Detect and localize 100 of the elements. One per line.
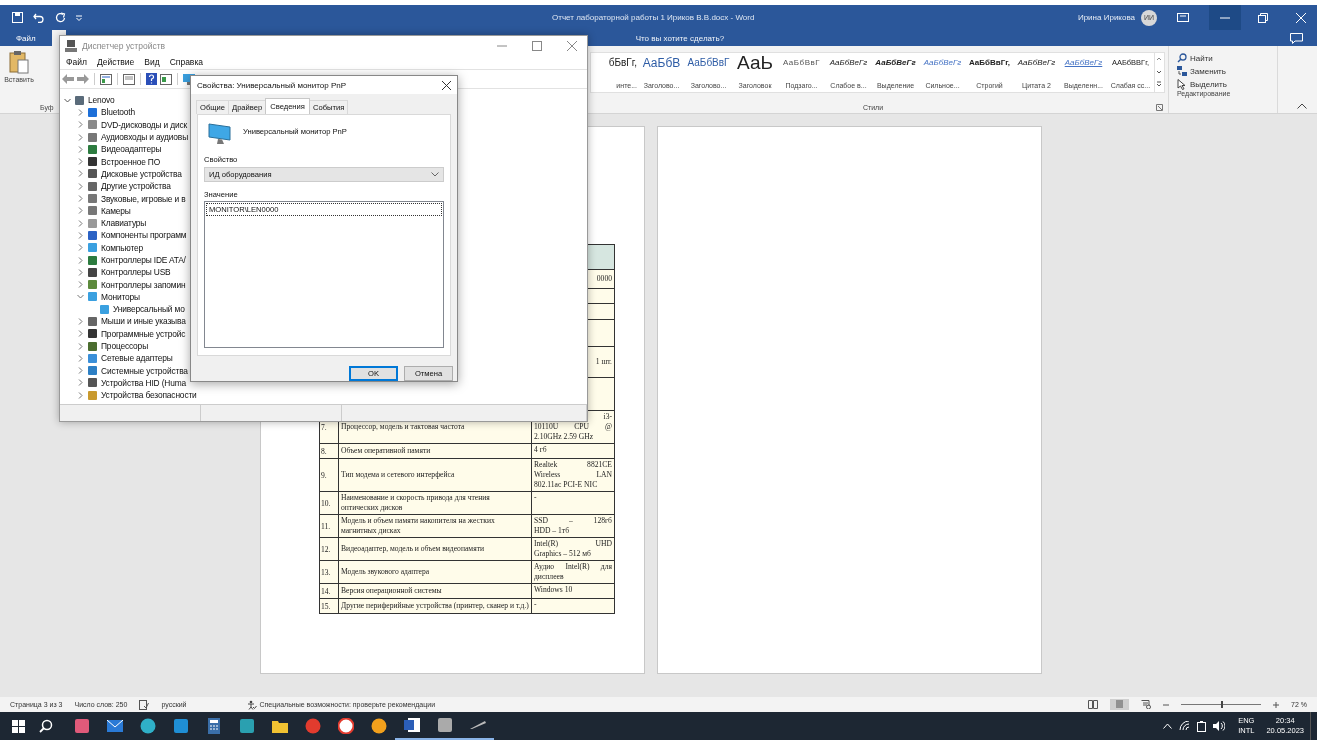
dialog-launcher-icon[interactable]: [1156, 104, 1163, 111]
zoom-thumb[interactable]: [1221, 701, 1224, 708]
menu-item[interactable]: Файл: [66, 57, 87, 67]
comment-icon[interactable]: [1290, 32, 1303, 44]
tree-item[interactable]: Контроллеры запомин: [101, 279, 186, 290]
computer-icon: [75, 95, 84, 105]
redo-icon[interactable]: [55, 12, 66, 23]
style-preview: АаБбВеГг: [829, 57, 868, 69]
style-preview: АаБбВеГг: [875, 57, 916, 69]
round-app-icon: [337, 718, 354, 734]
web-layout-icon[interactable]: [1141, 700, 1152, 709]
close-icon: [1296, 12, 1306, 23]
tree-item[interactable]: Компьютер: [101, 242, 143, 253]
app-tile-icon: [172, 718, 189, 734]
collapse-ribbon-icon[interactable]: [1297, 103, 1307, 109]
style-preview: АаБбВвГ: [782, 57, 821, 69]
wifi-icon[interactable]: [1179, 721, 1191, 731]
clipboard-icon: [9, 50, 29, 74]
save-icon[interactable]: [12, 12, 23, 23]
tree-item[interactable]: Видеоадаптеры: [101, 144, 162, 155]
style-preview: АаБбВвГг,: [968, 57, 1011, 69]
proofing-icon[interactable]: [139, 699, 150, 710]
tree-item[interactable]: Другие устройства: [101, 181, 171, 192]
dropdown-chevron-icon: [431, 172, 439, 177]
tray-caret-icon[interactable]: [1163, 723, 1173, 729]
tree-item[interactable]: Компоненты программ: [101, 230, 187, 241]
style-preview: АаЬ: [737, 55, 773, 71]
tree-item[interactable]: Аудиовходы и аудиовы: [101, 132, 189, 143]
tree-item[interactable]: Звуковые, игровые и в: [101, 193, 186, 204]
tell-me-field[interactable]: Что вы хотите сделать?: [635, 33, 725, 43]
volume-icon[interactable]: [1213, 721, 1226, 731]
folder-icon: [271, 719, 288, 733]
tree-item[interactable]: Процессоры: [101, 341, 148, 352]
panel-icon[interactable]: [160, 73, 172, 85]
tree-item[interactable]: Программные устройс: [101, 328, 186, 339]
help-icon[interactable]: [146, 73, 157, 85]
file-tab[interactable]: Файл: [0, 33, 52, 43]
replace-icon: [1177, 66, 1187, 76]
tree-item[interactable]: Камеры: [101, 205, 131, 216]
tree-item[interactable]: Устройства HID (Huma: [101, 377, 187, 388]
tree-item[interactable]: Дисковые устройства: [101, 168, 182, 179]
window-title: Отчет лабораторной работы 1 Ириков В.В.docx - Word: [552, 13, 755, 22]
expand-chevron-icon[interactable]: [64, 96, 71, 104]
envelope-icon: [106, 720, 123, 732]
window-list-icon[interactable]: [123, 73, 135, 85]
style-preview: АаБбВеГг: [923, 57, 962, 69]
zoom-out-icon[interactable]: [1163, 701, 1170, 708]
accessibility-icon: [246, 699, 257, 710]
editing-button[interactable]: Выделить: [1177, 79, 1277, 90]
tree-item[interactable]: Универсальный мо: [113, 304, 185, 315]
properties-icon[interactable]: [100, 73, 112, 85]
search-icon: [1177, 53, 1187, 63]
style-preview: АаБбВеГг: [1017, 57, 1056, 69]
gallery-scroll-buttons[interactable]: [1154, 53, 1164, 92]
cursor-icon: [1177, 79, 1187, 90]
user-name[interactable]: Ирина Ирикова: [1077, 13, 1135, 22]
computer-icon: [65, 39, 77, 52]
monitor-icon: [208, 122, 234, 146]
tree-item[interactable]: Мониторы: [101, 291, 140, 302]
window-title: Диспетчер устройств: [82, 40, 166, 51]
menu-item[interactable]: Справка: [169, 57, 204, 67]
round-app-icon: [370, 718, 387, 734]
style-preview: АаБбВ: [642, 55, 681, 71]
read-mode-icon[interactable]: [1088, 700, 1099, 709]
editing-button[interactable]: Заменить: [1177, 66, 1277, 76]
tree-item[interactable]: Клавиатуры: [101, 218, 147, 229]
editing-button[interactable]: Найти: [1177, 53, 1277, 63]
customize-caret-icon[interactable]: [76, 14, 82, 21]
tree-item[interactable]: Контроллеры IDE ATA/: [101, 255, 186, 265]
dialog-title: Свойства: Универсальный монитор PnP: [197, 80, 347, 90]
search-icon[interactable]: [39, 719, 53, 733]
tree-item[interactable]: Устройства безопасности: [101, 390, 197, 401]
tree-item[interactable]: DVD-дисководы и диск: [101, 119, 188, 130]
minimize-button[interactable]: [1209, 5, 1241, 30]
tree-item[interactable]: Сетевые адаптеры: [101, 353, 173, 364]
style-preview: АаБбВеГг: [1064, 57, 1103, 69]
tree-item[interactable]: Мыши и иные указыва: [101, 316, 186, 327]
menu-item[interactable]: Действие: [96, 57, 135, 67]
tree-item[interactable]: Контроллеры USB: [101, 267, 171, 278]
round-app-icon: [139, 718, 156, 734]
close-icon[interactable]: [442, 80, 451, 90]
document-app-icon: [403, 717, 420, 733]
app-tile-icon: [436, 717, 453, 733]
menu-item[interactable]: Вид: [144, 57, 160, 67]
undo-icon[interactable]: [33, 12, 45, 23]
ribbon-display-icon[interactable]: [1177, 13, 1189, 22]
tree-item[interactable]: Bluetooth: [101, 107, 136, 118]
zoom-in-icon[interactable]: [1273, 701, 1280, 708]
forward-arrow-icon[interactable]: [77, 74, 89, 84]
tree-item[interactable]: Lenovo: [88, 95, 115, 106]
print-layout-button[interactable]: [1110, 699, 1130, 710]
battery-icon[interactable]: [1197, 720, 1207, 732]
windows-logo-icon[interactable]: [12, 719, 25, 733]
round-app-icon: [304, 718, 321, 734]
calculator-icon: [207, 718, 220, 734]
tree-item[interactable]: Встроенное ПО: [101, 156, 161, 167]
restore-icon: [1258, 12, 1268, 23]
tree-item[interactable]: Системные устройства: [101, 365, 188, 376]
back-arrow-icon[interactable]: [62, 74, 74, 84]
maximize-icon[interactable]: [532, 40, 542, 51]
